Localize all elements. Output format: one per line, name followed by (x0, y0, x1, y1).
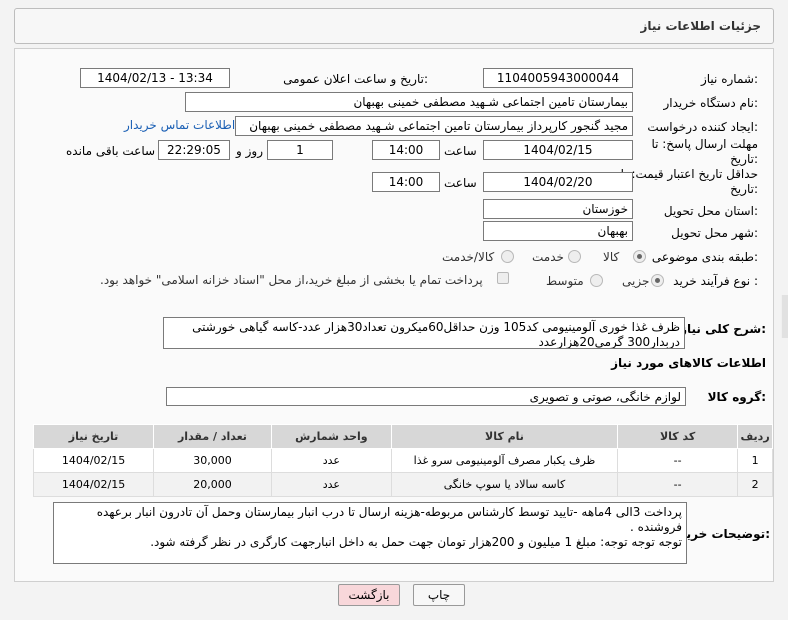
col-date-header: تاریخ نیاز (32, 424, 155, 449)
process-radio-medium[interactable] (590, 274, 603, 287)
col-code-header: کد کالا (617, 424, 739, 449)
goods-group-label: گروه کالا: (707, 390, 766, 404)
deadline-time-label: ساعت (444, 144, 477, 158)
cell-code: -- (617, 448, 739, 473)
process-option-minor: جزیی (622, 274, 650, 288)
cell-row: 1 (737, 448, 773, 473)
validity-time-label: ساعت (444, 176, 477, 190)
goods-group-field[interactable]: لوازم خانگی، صوتی و تصویری (166, 387, 686, 406)
deadline-date-field[interactable]: 1404/02/15 (483, 140, 633, 160)
cell-unit: عدد (270, 448, 392, 473)
category-option-service: خدمت (532, 250, 564, 264)
province-field[interactable]: خوزستان (483, 199, 633, 219)
col-name-header: نام کالا (390, 424, 619, 449)
cell-qty: 30,000 (153, 448, 272, 473)
category-radio-goods[interactable] (633, 250, 646, 263)
announce-field[interactable]: 1404/02/13 - 13:34 (80, 68, 230, 88)
remaining-time-label: ساعت باقی مانده (66, 144, 156, 158)
days-field[interactable]: 1 (267, 140, 333, 160)
contact-info-link[interactable]: اطلاعات تماس خریدار (124, 118, 235, 132)
cell-name: کاسه سالاد یا سوپ خانگی (390, 472, 619, 497)
buyer-notes-field[interactable]: پرداخت 3الی 4ماهه -تایید توسط کارشناس مر… (53, 502, 687, 564)
cell-name: ظرف یکبار مصرف آلومینیومی سرو غذا (390, 448, 619, 473)
validity-time-field[interactable]: 14:00 (372, 172, 440, 192)
remaining-time-field[interactable]: 22:29:05 (158, 140, 230, 160)
buyer-notes-line-2: توجه توجه توجه: مبلغ 1 میلیون و 200هزار … (150, 535, 682, 549)
process-radio-minor[interactable] (651, 274, 664, 287)
buyer-notes-line-1: پرداخت 3الی 4ماهه -تایید توسط کارشناس مر… (96, 505, 682, 534)
cell-date: 1404/02/15 (32, 448, 155, 473)
process-label: نوع فرآیند خرید : (673, 274, 758, 288)
validity-date-field[interactable]: 1404/02/20 (483, 172, 633, 192)
category-option-goods-service: کالا/خدمت (442, 250, 495, 264)
treasury-payment-note: پرداخت تمام یا بخشی از مبلغ خرید،از محل … (100, 273, 483, 287)
deadline-label: مهلت ارسال پاسخ: تا تاریخ: (651, 137, 758, 166)
city-label: شهر محل تحویل: (671, 226, 758, 240)
treasury-payment-checkbox[interactable] (497, 272, 509, 284)
table-row[interactable]: 2 -- کاسه سالاد یا سوپ خانگی عدد 20,000 … (32, 472, 773, 497)
cell-date: 1404/02/15 (32, 472, 155, 497)
buyer-org-field[interactable]: بیمارستان تامین اجتماعی شـهید مصطفی خمین… (185, 92, 633, 112)
process-option-medium: متوسط (546, 274, 584, 288)
panel-header: جزئیات اطلاعات نیاز (14, 8, 774, 44)
col-row-header: ردیف (737, 424, 773, 449)
table-row[interactable]: 1 -- ظرف یکبار مصرف آلومینیومی سرو غذا ع… (32, 448, 773, 473)
panel-title: جزئیات اطلاعات نیاز (640, 19, 761, 33)
deadline-time-field[interactable]: 14:00 (372, 140, 440, 160)
col-unit-header: واحد شمارش (270, 424, 392, 449)
print-button[interactable]: چاپ (413, 584, 465, 606)
city-field[interactable]: بهبهان (483, 221, 633, 241)
goods-section-title: اطلاعات کالاهای مورد نیاز (611, 356, 766, 370)
validity-label: حداقل تاریخ اعتبار قیمت: تا تاریخ: (620, 167, 758, 196)
requester-field[interactable]: مجید گنجور کارپرداز بیمارستان تامین اجتم… (235, 116, 633, 136)
col-qty-header: تعداد / مقدار (153, 424, 272, 449)
cell-code: -- (617, 472, 739, 497)
back-button[interactable]: بازگشت (338, 584, 400, 606)
days-label: روز و (236, 144, 263, 158)
need-number-label: شماره نیاز: (700, 72, 758, 86)
category-radio-service[interactable] (568, 250, 581, 263)
cell-qty: 20,000 (153, 472, 272, 497)
category-radio-goods-service[interactable] (501, 250, 514, 263)
category-label: طبقه بندی موضوعی: (651, 250, 758, 264)
category-option-goods: کالا (603, 250, 620, 264)
table-header-row: ردیف کد کالا نام کالا واحد شمارش تعداد /… (32, 424, 773, 449)
description-label: شرح کلی نیاز: (680, 322, 766, 336)
buyer-org-label: نام دستگاه خریدار: (663, 96, 759, 110)
cell-unit: عدد (270, 472, 392, 497)
need-number-field[interactable]: 1104005943000044 (483, 68, 633, 88)
cell-row: 2 (737, 472, 773, 497)
requester-label: ایجاد کننده درخواست: (647, 120, 758, 134)
announce-label: تاریخ و ساعت اعلان عمومی: (283, 72, 428, 86)
items-table: ردیف کد کالا نام کالا واحد شمارش تعداد /… (32, 424, 773, 497)
province-label: استان محل تحویل: (663, 204, 758, 218)
description-field[interactable]: ظرف غذا خوری آلومینیومی کد105 وزن حداقل6… (163, 317, 685, 349)
